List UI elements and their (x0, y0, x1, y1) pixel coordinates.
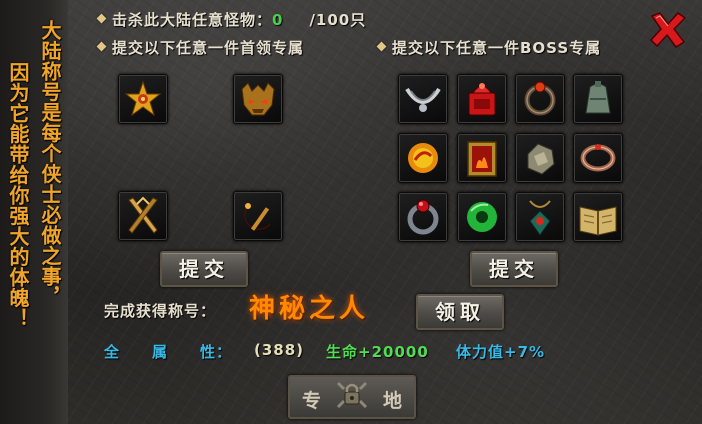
crossed-blades-icon (128, 196, 158, 234)
diamond-bullet-icon (96, 13, 107, 24)
red-bracelet-icon (580, 144, 616, 172)
submit-boss-requirement: 提交以下任意一件BOSS专属 (376, 37, 602, 58)
fire-orb-icon (408, 143, 438, 173)
claim-button[interactable]: 领取 (416, 294, 504, 330)
open-book-icon (579, 206, 617, 236)
golden-star-emblem-icon (124, 80, 162, 117)
gem-amulet-icon (529, 200, 551, 236)
submit-leader-button[interactable]: 提交 (160, 251, 248, 287)
gem-ring-icon (407, 199, 439, 235)
boss-item-slot[interactable] (398, 192, 448, 242)
diamond-bullet-icon (376, 41, 387, 52)
leader-item-slot[interactable] (233, 74, 283, 124)
attr-char-3: 性： (200, 343, 233, 361)
submit-boss-button[interactable]: 提交 (470, 251, 558, 287)
sidebar-text-2: 因为它能带给你强大的体魄！ (6, 62, 30, 329)
leader-item-slot[interactable] (233, 191, 283, 241)
boss-item-slot[interactable] (573, 74, 623, 124)
boss-item-slot[interactable] (457, 74, 507, 124)
diamond-bullet-icon (96, 41, 107, 52)
submit-leader-label: 提交以下任意一件首领专属 (112, 39, 305, 57)
title-quest-panel: 大陆称号是每个侠士必做之事， 因为它能带给你强大的体魄！ 击杀此大陆任意怪物：0… (0, 0, 702, 424)
reward-label: 完成获得称号： (104, 302, 217, 320)
boss-item-slot[interactable] (515, 192, 565, 242)
boss-item-slot[interactable] (515, 133, 565, 183)
sidebar-banner: 大陆称号是每个侠士必做之事， 因为它能带给你强大的体魄！ (0, 0, 68, 424)
reward-title-name: 神秘之人 (249, 294, 370, 324)
stamina-bonus: 体力值+7% (456, 343, 546, 361)
dragon-ring-icon (524, 81, 556, 116)
boss-item-slot[interactable] (398, 133, 448, 183)
sidebar-text-1: 大陆称号是每个侠士必做之事， (38, 20, 62, 307)
boss-item-slot[interactable] (573, 192, 623, 242)
leader-item-slot[interactable] (118, 74, 168, 124)
jade-stone-icon (527, 143, 555, 175)
kill-label: 击杀此大陆任意怪物： (112, 11, 273, 29)
red-sickle-icon (244, 203, 271, 231)
attr-char-1: 全 (104, 343, 121, 361)
fire-painting-icon (467, 141, 497, 177)
boss-item-slot[interactable] (515, 74, 565, 124)
kill-requirement: 击杀此大陆任意怪物：0/100只 (96, 9, 367, 30)
leader-item-slot[interactable] (118, 191, 168, 241)
red-seal-icon (468, 83, 496, 116)
kill-total: /100只 (309, 11, 367, 29)
all-attributes-value: (388) (254, 341, 305, 359)
boss-item-slot[interactable] (398, 74, 448, 124)
bronze-bell-icon (585, 81, 611, 114)
kill-count: 0 (272, 11, 284, 29)
green-jade-ring-icon (467, 202, 497, 232)
close-icon (649, 12, 687, 49)
close-button[interactable] (648, 10, 688, 50)
lock-emblem-icon (336, 381, 368, 409)
life-bonus: 生命+20000 (326, 343, 429, 361)
submit-boss-label: 提交以下任意一件BOSS专属 (392, 39, 602, 57)
exclusive-right-label: 地 (382, 390, 402, 412)
demon-helmet-icon (241, 82, 275, 116)
white-necklace-icon (405, 87, 441, 112)
boss-item-slot[interactable] (457, 192, 507, 242)
all-attributes-label: 全 属 性： (104, 341, 232, 362)
attr-char-2: 属 (152, 343, 169, 361)
exclusive-zone-button[interactable]: 专 地 (288, 375, 416, 419)
exclusive-left-label: 专 (302, 390, 322, 412)
submit-leader-requirement: 提交以下任意一件首领专属 (96, 37, 305, 58)
boss-item-slot[interactable] (457, 133, 507, 183)
boss-item-slot[interactable] (573, 133, 623, 183)
